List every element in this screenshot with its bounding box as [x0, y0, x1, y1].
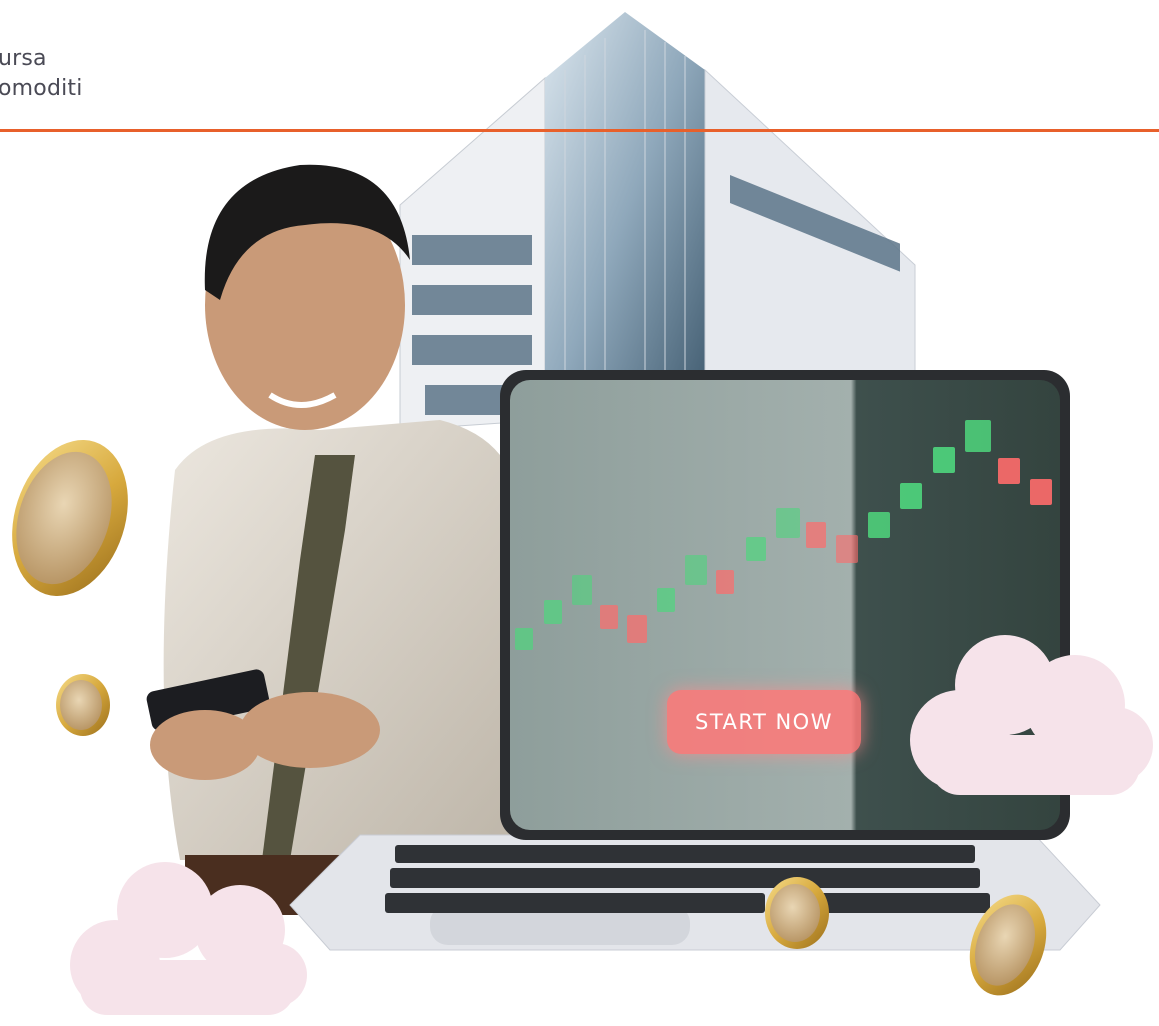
coin-small-image — [56, 674, 110, 736]
coin-keyboard-image — [765, 877, 829, 949]
coin-large-image — [12, 440, 128, 596]
hero-illustration — [12, 12, 1153, 1015]
start-now-button[interactable]: START NOW — [667, 690, 861, 754]
header-divider — [0, 129, 1159, 132]
office-building-image — [399, 12, 916, 431]
laptop-keyboard — [385, 845, 990, 913]
